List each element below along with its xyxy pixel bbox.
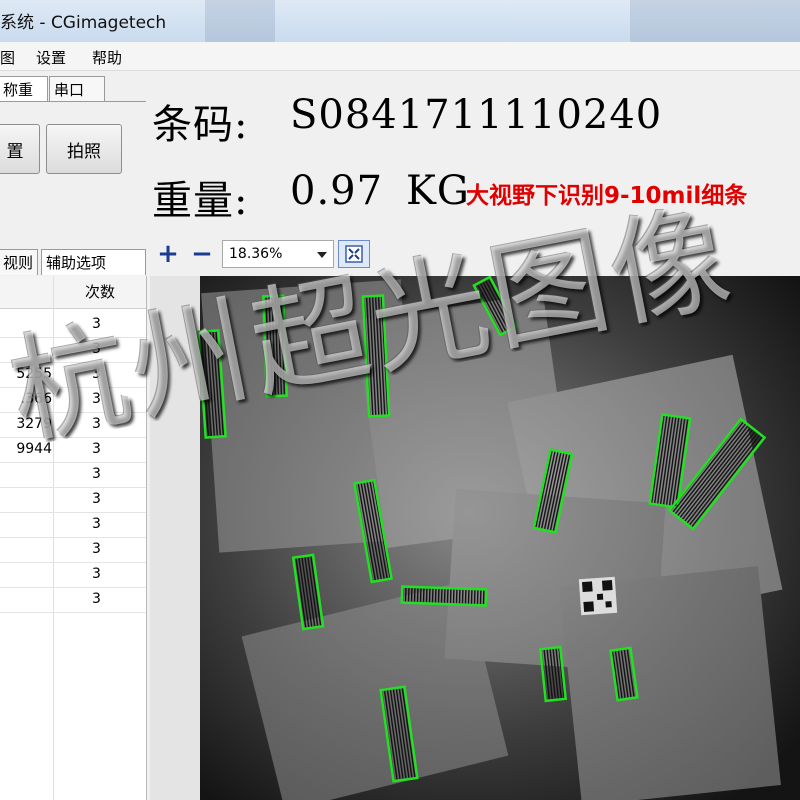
tab-auxiliary-options[interactable]: 辅助选项: [41, 249, 146, 275]
table-row[interactable]: 3: [0, 462, 146, 488]
table-cell-count: 3: [92, 491, 101, 507]
table-cell-code: [0, 562, 52, 587]
table-row[interactable]: 3: [0, 562, 146, 588]
table-cell-code: [0, 487, 52, 512]
table-row[interactable]: 3: [0, 512, 146, 538]
menu-item-view[interactable]: 图: [0, 47, 15, 68]
table-row[interactable]: 3: [0, 487, 146, 513]
table-cell-count: 3: [92, 566, 101, 582]
weight-value: 0.97: [290, 168, 384, 214]
tab-serial-port[interactable]: 串口: [49, 76, 105, 102]
weight-label: 重量:: [152, 178, 249, 224]
table-cell-code: [0, 462, 52, 487]
tab-weighing[interactable]: 称重: [0, 76, 48, 102]
title-bar: 系统 - CGimagetech: [0, 0, 800, 43]
table-row[interactable]: 3: [0, 587, 146, 613]
table-cell-code: [0, 512, 52, 537]
table-cell-count: 3: [92, 466, 101, 482]
title-bar-blur: [630, 0, 800, 42]
title-bar-blur: [205, 0, 275, 42]
table-cell-count: 3: [92, 516, 101, 532]
menu-item-settings[interactable]: 设置: [36, 47, 66, 68]
table-row[interactable]: 3: [0, 537, 146, 563]
settings-button[interactable]: 置: [0, 124, 40, 174]
weight-unit: KG: [406, 168, 470, 214]
window-title: 系统 - CGimagetech: [0, 13, 167, 33]
qr-code: [578, 576, 618, 616]
table-cell-count: 3: [92, 591, 101, 607]
capture-button[interactable]: 拍照: [46, 124, 122, 174]
menu-bar: 图 设置 帮助: [0, 42, 800, 71]
barcode-value: S0841711110240: [290, 92, 663, 138]
table-cell-code: [0, 587, 52, 612]
menu-item-help[interactable]: 帮助: [92, 47, 122, 68]
barcode-label: 条码:: [152, 102, 249, 148]
table-cell-count: 3: [92, 441, 101, 457]
table-cell-code: [0, 537, 52, 562]
tab-divider: [0, 101, 146, 102]
tab-rules[interactable]: 视则: [0, 249, 38, 275]
table-cell-count: 3: [92, 541, 101, 557]
